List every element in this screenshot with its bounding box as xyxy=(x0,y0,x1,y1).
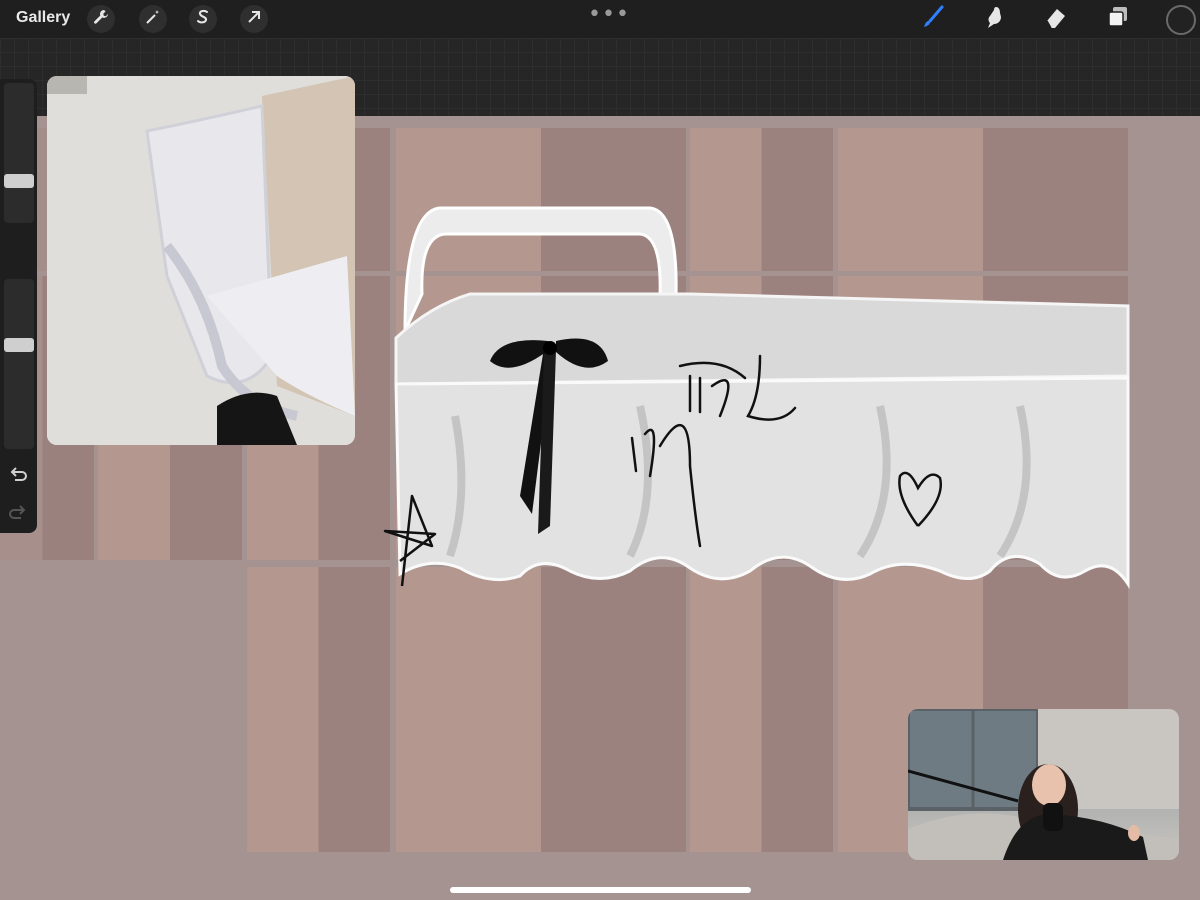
smudge-tool-button[interactable] xyxy=(981,5,1009,33)
brush-size-slider[interactable] xyxy=(4,83,34,223)
side-toolbar xyxy=(0,79,37,533)
reference-photo xyxy=(47,76,355,445)
video-overlay[interactable] xyxy=(908,709,1179,860)
layers-icon xyxy=(1105,4,1131,35)
adjustments-button[interactable] xyxy=(139,5,167,33)
color-picker-button[interactable] xyxy=(1166,5,1196,35)
eraser-tool-button[interactable] xyxy=(1042,5,1070,33)
wrench-icon xyxy=(93,9,109,30)
more-options-button[interactable]: ••• xyxy=(588,2,630,27)
selection-button[interactable] xyxy=(189,5,217,33)
brush-icon xyxy=(920,4,946,35)
home-indicator[interactable] xyxy=(450,887,751,893)
presenter-webcam xyxy=(908,709,1179,860)
redo-button[interactable] xyxy=(7,501,29,523)
collar-band xyxy=(394,292,1130,386)
smudge-icon xyxy=(982,4,1008,35)
bow-knot xyxy=(543,341,557,355)
gallery-button[interactable]: Gallery xyxy=(16,9,70,27)
brush-tool-button[interactable] xyxy=(919,5,947,33)
actions-button[interactable] xyxy=(87,5,115,33)
reference-window[interactable] xyxy=(47,76,355,445)
reference-window-handle[interactable] xyxy=(47,76,87,94)
eraser-icon xyxy=(1043,4,1069,35)
transform-arrow-icon xyxy=(246,9,262,30)
selection-s-icon xyxy=(195,9,211,30)
redo-icon xyxy=(7,505,29,527)
magic-wand-icon xyxy=(145,9,161,30)
undo-button[interactable] xyxy=(7,463,29,485)
top-toolbar: Gallery ••• xyxy=(0,0,1200,38)
brush-size-thumb[interactable] xyxy=(4,173,34,188)
opacity-slider[interactable] xyxy=(4,279,34,449)
undo-icon xyxy=(7,467,29,489)
opacity-thumb[interactable] xyxy=(4,338,34,353)
layers-button[interactable] xyxy=(1104,5,1132,33)
transform-button[interactable] xyxy=(240,5,268,33)
